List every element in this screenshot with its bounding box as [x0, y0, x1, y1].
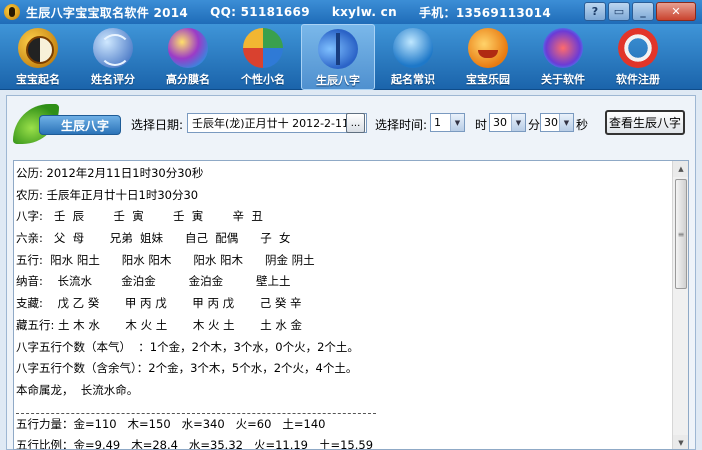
result-textarea[interactable]: 公历: 2012年2月11日1时30分30秒 农历: 壬辰年正月廿十日1时30分… [13, 160, 689, 450]
minute-value: 30 [493, 116, 507, 129]
second-value: 30 [544, 116, 558, 129]
hour-select[interactable]: 1 ▼ [430, 113, 465, 132]
toolbar-label: 起名常识 [391, 73, 435, 86]
app-icon [4, 4, 20, 20]
toolbar-about[interactable]: 关于软件 [526, 24, 600, 90]
butterfly-icon [318, 29, 358, 69]
result-line: 五行力量：金=110 木=150 水=340 火=60 土=140 [16, 416, 326, 431]
separator-line [16, 402, 376, 414]
globe-icon [93, 28, 133, 68]
hour-unit: 时 [475, 118, 488, 132]
yin-yang-icon [18, 28, 58, 68]
scroll-thumb[interactable]: ≡ [675, 179, 687, 289]
section-title: 生辰八字 [39, 115, 121, 135]
help-button[interactable]: ? [584, 2, 606, 21]
chevron-down-icon: ▼ [559, 114, 573, 131]
date-picker-button[interactable]: ... [346, 113, 365, 133]
minute-unit: 分 [528, 118, 541, 132]
result-line: 支藏: 戊 乙 癸 甲 丙 戊 甲 丙 戊 己 癸 辛 [16, 296, 302, 311]
close-button[interactable]: ✕ [656, 2, 696, 21]
restore-button[interactable]: ▭ [608, 2, 630, 21]
toolbar-nickname[interactable]: 个性小名 [226, 24, 300, 90]
toolbar-high-score-names[interactable]: 高分膜名 [151, 24, 225, 90]
vertical-scrollbar[interactable]: ▲ ≡ ▼ [672, 161, 688, 449]
result-line: 纳音: 长流水 金泊金 金泊金 壁上土 [16, 274, 291, 289]
result-line: 藏五行: 土 木 水 木 火 土 木 火 土 土 水 金 [16, 317, 303, 332]
lifebuoy-icon [618, 28, 658, 68]
date-field[interactable]: 壬辰年(龙)正月廿十 2012-2-11 [187, 113, 367, 133]
main-toolbar: 宝宝起名 姓名评分 高分膜名 个性小名 生辰八字 起名常识 宝宝乐园 关于软件 … [0, 24, 702, 90]
result-line: 五行: 阳水 阳土 阳水 阳木 阳水 阳木 阴金 阴土 [16, 252, 315, 267]
scroll-up-icon[interactable]: ▲ [673, 161, 688, 177]
toolbar-label: 软件注册 [616, 73, 660, 86]
second-select[interactable]: 30 ▼ [540, 113, 574, 132]
minimize-button[interactable]: _ [632, 2, 654, 21]
toolbar-label: 个性小名 [241, 73, 285, 86]
view-bazi-button[interactable]: 查看生辰八字 [605, 110, 685, 135]
person-icon [393, 28, 433, 68]
result-line: 六亲: 父 母 兄弟 姐妹 自己 配偶 子 女 [16, 231, 291, 246]
title-bar: 生辰八字宝宝取名软件 2014 QQ: 51181669 kxylw. cn 手… [0, 0, 702, 24]
result-lines: 公历: 2012年2月11日1时30分30秒 农历: 壬辰年正月廿十日1时30分… [16, 163, 672, 450]
hour-value: 1 [434, 116, 441, 129]
result-line: 八字: 壬 辰 壬 寅 壬 寅 辛 丑 [16, 209, 263, 224]
window-controls: ? ▭ _ ✕ [584, 2, 696, 21]
windows-blocks-icon [243, 28, 283, 68]
date-label: 选择日期: [131, 118, 184, 132]
result-line: 八字五行个数（本气） ：1个金，2个木，3个水，0个火，2个土。 [16, 339, 359, 354]
section-badge: 生辰八字 [13, 104, 121, 144]
cartoon-face-icon [468, 28, 508, 68]
website: kxylw. cn [331, 5, 397, 19]
window-title: 生辰八字宝宝取名软件 2014 [26, 5, 189, 20]
toolbar-label: 关于软件 [541, 73, 585, 86]
toolbar-label: 生辰八字 [316, 74, 360, 87]
toolbar-baby-naming[interactable]: 宝宝起名 [1, 24, 75, 90]
toolbar-name-score[interactable]: 姓名评分 [76, 24, 150, 90]
colorful-ball-icon [168, 28, 208, 68]
chevron-down-icon: ▼ [450, 114, 464, 131]
chevron-down-icon: ▼ [511, 114, 525, 131]
toolbar-label: 高分膜名 [166, 73, 210, 86]
result-line: 五行比例：金=9.49 木=28.4 水=35.32 火=11.19 土=15.… [16, 438, 374, 450]
bazi-panel: 生辰八字 选择日期: 壬辰年(龙)正月廿十 2012-2-11 ... 选择时间… [6, 95, 696, 450]
qq-number: QQ: 51181669 [210, 5, 310, 19]
result-line: 公历: 2012年2月11日1时30分30秒 [16, 166, 204, 180]
result-line: 八字五行个数（含余气）：2个金，3个木，5个水，2个火，4个土。 [16, 361, 358, 376]
time-label: 选择时间: [375, 118, 428, 132]
phone-number: 手机：13569113014 [418, 5, 551, 20]
toolbar-bazi[interactable]: 生辰八字 [301, 24, 375, 90]
result-line: 本命属龙， 长流水命。 [16, 382, 139, 397]
toolbar-label: 宝宝起名 [16, 73, 60, 86]
scroll-down-icon[interactable]: ▼ [673, 435, 688, 449]
second-unit: 秒 [576, 118, 589, 132]
toolbar-label: 宝宝乐园 [466, 73, 510, 86]
minute-select[interactable]: 30 ▼ [489, 113, 526, 132]
toolbar-baby-park[interactable]: 宝宝乐园 [451, 24, 525, 90]
toolbar-label: 姓名评分 [91, 73, 135, 86]
result-line: 农历: 壬辰年正月廿十日1时30分30 [16, 187, 199, 202]
wings-icon [543, 28, 583, 68]
toolbar-register[interactable]: 软件注册 [601, 24, 675, 90]
toolbar-naming-knowledge[interactable]: 起名常识 [376, 24, 450, 90]
